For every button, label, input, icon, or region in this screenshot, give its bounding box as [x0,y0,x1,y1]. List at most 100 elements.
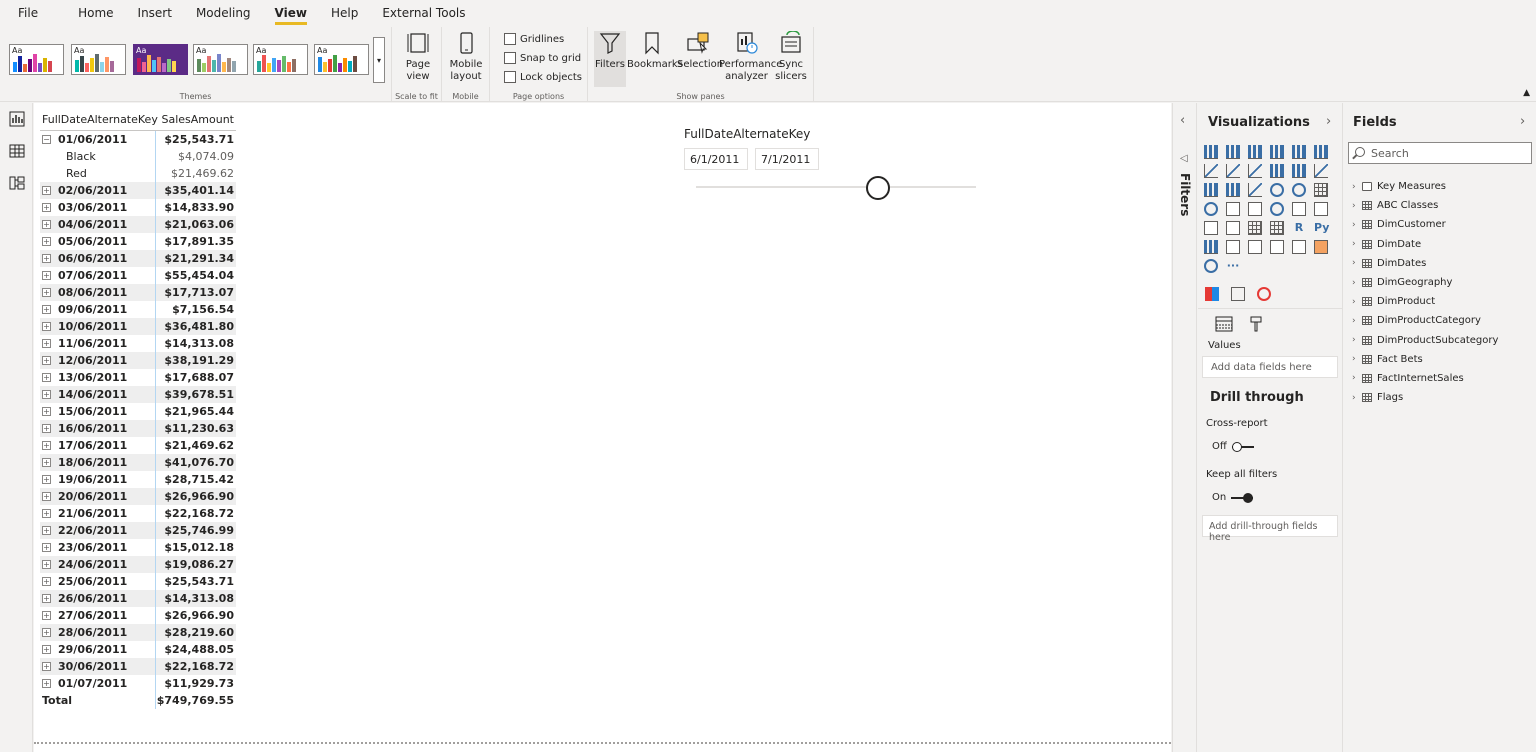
matrix-row[interactable]: +10/06/2011 $36,481.80 [40,318,236,335]
line-clustered-column-icon[interactable] [1270,164,1284,178]
funnel-icon[interactable] [1226,183,1240,197]
matrix-row[interactable]: +26/06/2011 $14,313.08 [40,590,236,607]
ribbon-chart-icon[interactable] [1314,164,1328,178]
clustered-column-icon[interactable] [1270,145,1284,159]
matrix-row[interactable]: +15/06/2011 $21,965.44 [40,403,236,420]
field-table-item[interactable]: › DimProductSubcategory [1352,331,1498,350]
matrix-row[interactable]: +29/06/2011 $24,488.05 [40,641,236,658]
expand-chevron-icon[interactable]: › [1352,258,1362,268]
field-table-item[interactable]: › DimProduct [1352,292,1498,311]
kpi-icon[interactable] [1204,221,1218,235]
keep-filters-toggle[interactable]: On [1212,492,1254,503]
matrix-row[interactable]: +06/06/2011 $21,291.34 [40,250,236,267]
matrix-row[interactable]: +27/06/2011 $26,966.90 [40,607,236,624]
menu-home[interactable]: Home [66,0,125,27]
expand-row-icon[interactable]: + [42,407,51,416]
selection-pane-button[interactable]: Selection [677,31,723,71]
expand-row-icon[interactable]: + [42,339,51,348]
theme-option-6[interactable]: Aa [314,44,369,75]
performance-analyzer-button[interactable]: Performance analyzer [719,31,782,83]
expand-row-icon[interactable]: + [42,322,51,331]
fields-tab-icon[interactable] [1214,315,1234,333]
lock-objects-box[interactable] [504,71,516,83]
expand-row-icon[interactable]: + [42,492,51,501]
matrix-row[interactable]: +30/06/2011 $22,168.72 [40,658,236,675]
page-view-button[interactable]: Page view [400,31,436,83]
sync-slicers-button[interactable]: Sync slicers [774,31,808,83]
expand-chevron-icon[interactable]: › [1352,201,1362,211]
line-chart-icon[interactable] [1204,164,1218,178]
field-table-item[interactable]: › ABC Classes [1352,196,1498,215]
expand-row-icon[interactable]: + [42,458,51,467]
shape-map-icon[interactable] [1248,202,1262,216]
expand-row-icon[interactable]: + [42,186,51,195]
report-canvas[interactable]: FullDateAlternateKey SalesAmount −01/06/… [34,103,1171,752]
format-tab-icon[interactable] [1246,315,1266,333]
drill-through-well[interactable]: Add drill-through fields here [1202,515,1338,543]
field-table-item[interactable]: › DimProductCategory [1352,311,1498,330]
slicer-end-date[interactable]: 7/1/2011 [755,148,819,170]
matrix-row[interactable]: −01/06/2011 $25,543.71 [40,131,236,148]
power-apps-icon[interactable] [1204,259,1218,273]
matrix-row[interactable]: +02/06/2011 $35,401.14 [40,182,236,199]
matrix-row[interactable]: +23/06/2011 $15,012.18 [40,539,236,556]
line-stacked-column-icon[interactable] [1292,164,1306,178]
matrix-row[interactable]: +04/06/2011 $21,063.06 [40,216,236,233]
bookmarks-pane-button[interactable]: Bookmarks [627,31,683,71]
matrix-row[interactable]: +25/06/2011 $25,543.71 [40,573,236,590]
matrix-row[interactable]: +17/06/2011 $21,469.62 [40,437,236,454]
expand-row-icon[interactable]: + [42,373,51,382]
expand-chevron-icon[interactable]: › [1352,239,1362,249]
card-icon[interactable] [1292,202,1306,216]
matrix-row[interactable]: +20/06/2011 $26,966.90 [40,488,236,505]
matrix-row[interactable]: +19/06/2011 $28,715.42 [40,471,236,488]
filled-map-icon[interactable] [1226,202,1240,216]
qa-icon[interactable] [1248,240,1262,254]
matrix-row[interactable]: +11/06/2011 $14,313.08 [40,335,236,352]
filters-pane-button[interactable]: Filters [594,31,626,87]
field-table-item[interactable]: › FactInternetSales [1352,369,1498,388]
expand-row-icon[interactable]: + [42,526,51,535]
theme-option-2[interactable]: Aa [71,44,126,75]
matrix-row[interactable]: +12/06/2011 $38,191.29 [40,352,236,369]
expand-chevron-icon[interactable]: › [1352,182,1362,192]
python-visual-icon[interactable]: Py [1314,221,1329,235]
matrix-visual[interactable]: FullDateAlternateKey SalesAmount −01/06/… [40,109,236,709]
multi-row-card-icon[interactable] [1314,202,1328,216]
treemap-icon[interactable] [1314,183,1328,197]
more-visuals-icon[interactable]: ··· [1226,259,1240,273]
custom-visual-1-icon[interactable] [1205,287,1219,301]
matrix-row[interactable]: +05/06/2011 $17,891.35 [40,233,236,250]
matrix-row[interactable]: +08/06/2011 $17,713.07 [40,284,236,301]
field-table-item[interactable]: › DimCustomer [1352,215,1498,234]
collapse-visualizations-icon[interactable]: › [1326,114,1331,129]
keep-filters-knob[interactable] [1243,492,1254,503]
clustered-bar-icon[interactable] [1248,145,1262,159]
expand-row-icon[interactable]: + [42,560,51,569]
cross-report-toggle[interactable]: Off [1212,441,1254,452]
menu-external-tools[interactable]: External Tools [370,0,477,27]
expand-row-icon[interactable]: + [42,237,51,246]
mobile-layout-button[interactable]: Mobile layout [448,31,484,83]
expand-row-icon[interactable]: + [42,305,51,314]
matrix-row[interactable]: +16/06/2011 $11,230.63 [40,420,236,437]
menu-insert[interactable]: Insert [126,0,184,27]
cross-report-knob[interactable] [1231,441,1242,452]
expand-row-icon[interactable]: + [42,509,51,518]
gauge-icon[interactable] [1270,202,1284,216]
100-stacked-bar-icon[interactable] [1292,145,1306,159]
expand-row-icon[interactable]: + [42,424,51,433]
matrix-child-row[interactable]: Red $21,469.62 [40,165,236,182]
expand-chevron-icon[interactable]: › [1352,335,1362,345]
report-view-icon[interactable] [9,111,25,127]
field-table-item[interactable]: › DimDates [1352,254,1498,273]
custom-visual-icon[interactable] [1314,240,1328,254]
expand-row-icon[interactable]: + [42,220,51,229]
expand-chevron-icon[interactable]: › [1352,316,1362,326]
custom-visual-2-icon[interactable] [1231,287,1245,301]
expand-row-icon[interactable]: + [42,271,51,280]
lock-objects-checkbox[interactable]: Lock objects [504,71,582,83]
theme-option-4[interactable]: Aa [193,44,248,75]
matrix-icon[interactable] [1270,221,1284,235]
theme-option-3[interactable]: Aa [133,44,188,75]
